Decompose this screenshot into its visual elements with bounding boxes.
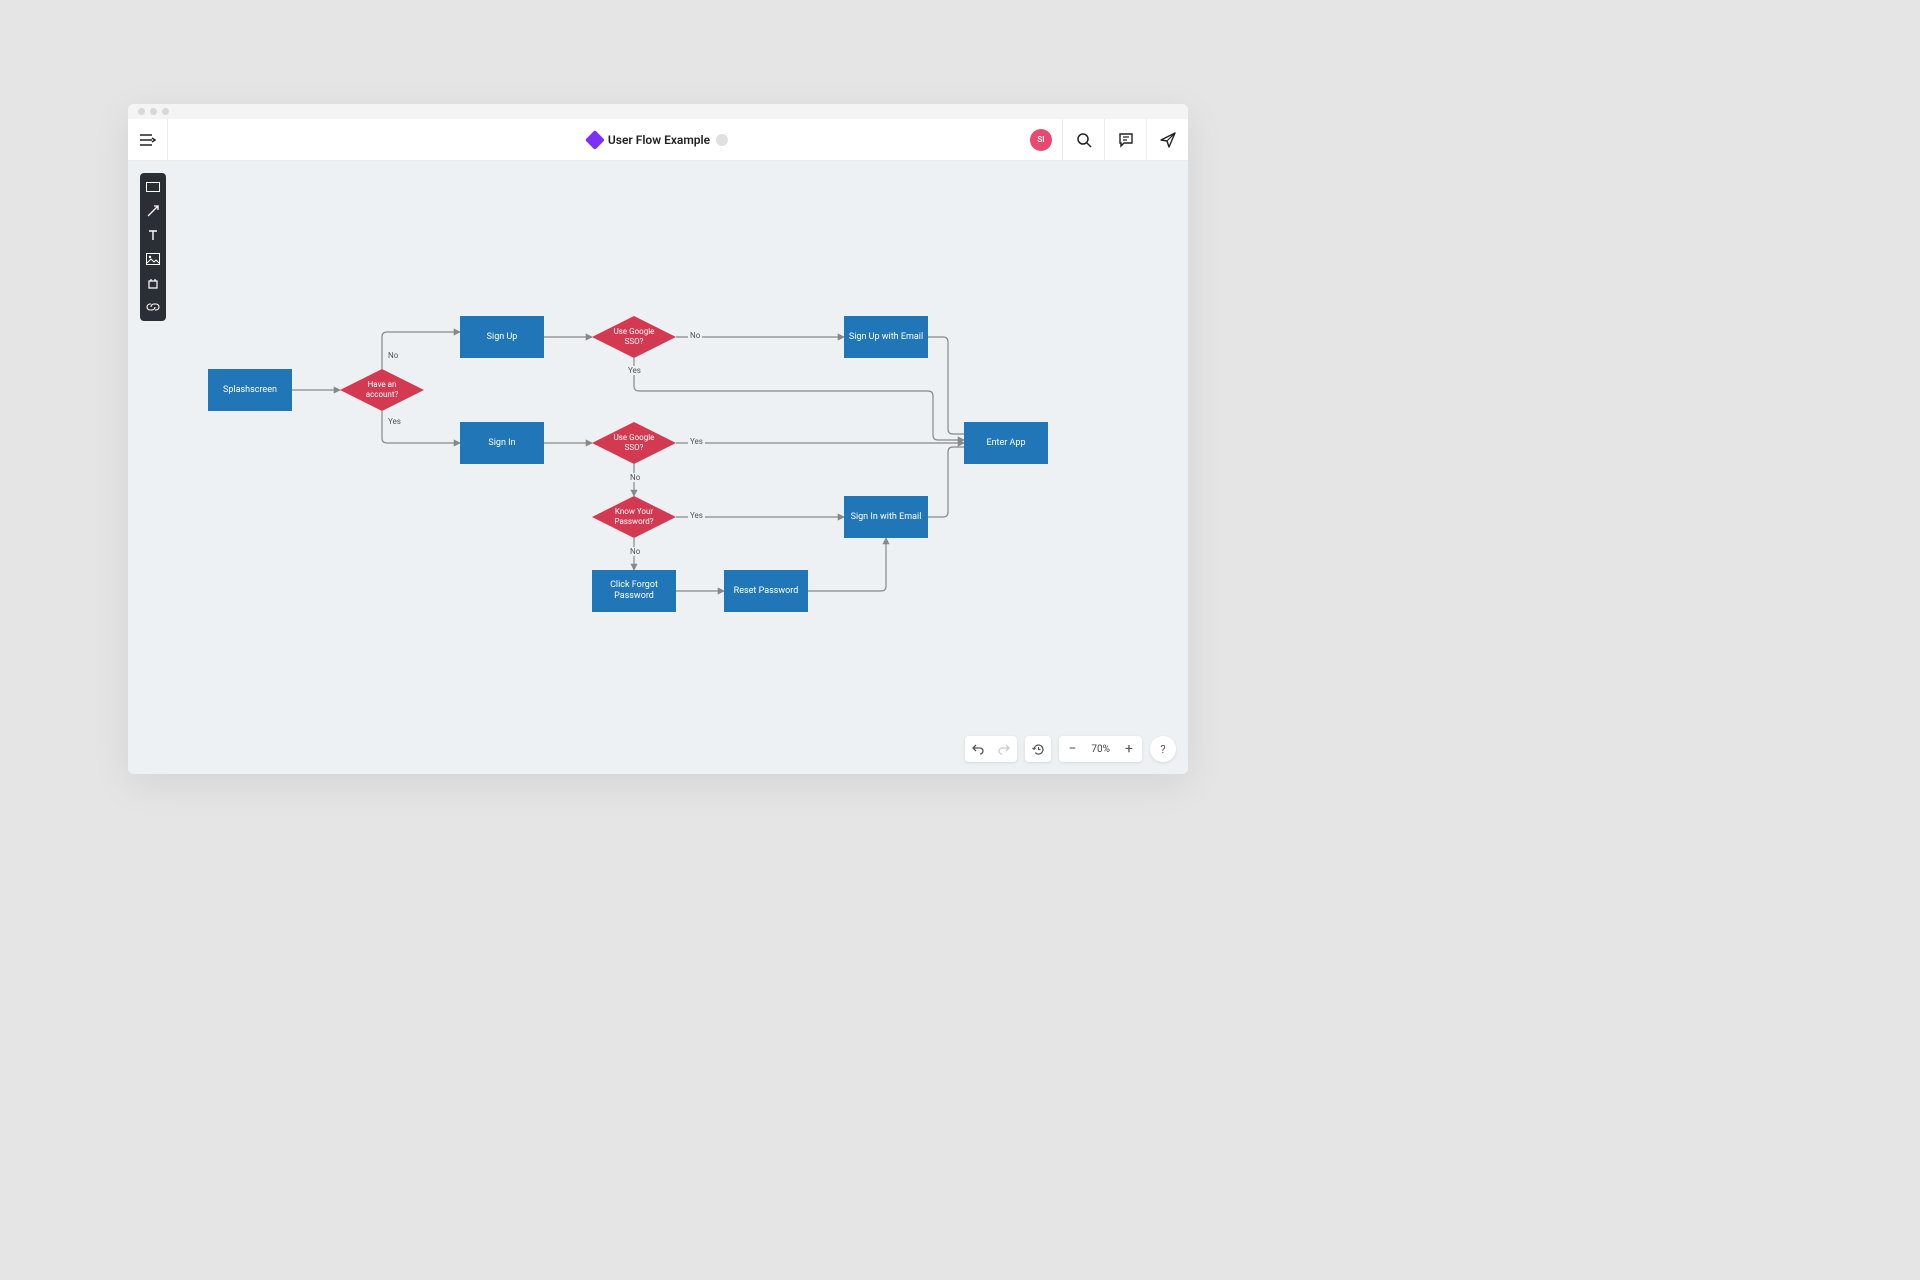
document-title-wrap: User Flow Example xyxy=(588,133,728,147)
component-icon xyxy=(146,276,160,290)
tool-palette xyxy=(140,173,166,321)
share-button[interactable] xyxy=(1146,119,1188,161)
node-splashscreen[interactable]: Splashscreen xyxy=(208,369,292,411)
node-sso-signin[interactable]: Use Google SSO? xyxy=(592,422,676,464)
document-title[interactable]: User Flow Example xyxy=(608,133,710,147)
app-logo-icon xyxy=(585,130,605,150)
edge-label-password-no: No xyxy=(628,547,642,556)
edge-label-sso-in-no: No xyxy=(628,473,642,482)
image-icon xyxy=(146,253,160,265)
node-sign-in[interactable]: Sign In xyxy=(460,422,544,464)
undo-icon xyxy=(972,743,984,755)
edge-label-account-no: No xyxy=(386,351,400,360)
node-label: Enter App xyxy=(986,438,1025,449)
tool-text[interactable] xyxy=(140,223,166,247)
node-know-password[interactable]: Know Your Password? xyxy=(592,496,676,538)
node-sso-signup[interactable]: Use Google SSO? xyxy=(592,316,676,358)
tool-image[interactable] xyxy=(140,247,166,271)
node-label: Sign In xyxy=(488,438,515,449)
tool-rectangle[interactable] xyxy=(140,175,166,199)
menu-icon xyxy=(140,134,156,146)
node-label: Reset Password xyxy=(734,586,799,597)
search-button[interactable] xyxy=(1062,119,1104,161)
edge-label-account-yes: Yes xyxy=(386,417,403,426)
bottom-controls: − 70% + ? xyxy=(965,736,1176,762)
node-label: Sign Up with Email xyxy=(849,332,923,343)
node-label: Know Your Password? xyxy=(596,507,672,526)
tool-arrow[interactable] xyxy=(140,199,166,223)
traffic-light-close[interactable] xyxy=(138,108,145,115)
text-icon xyxy=(146,228,160,242)
node-label: Splashscreen xyxy=(223,385,277,396)
history-button[interactable] xyxy=(1025,736,1051,762)
rectangle-icon xyxy=(146,182,160,192)
redo-icon xyxy=(998,743,1010,755)
undo-button[interactable] xyxy=(965,736,991,762)
edge-label-sso-up-no: No xyxy=(688,331,702,340)
node-label: Use Google SSO? xyxy=(596,327,672,346)
node-enter-app[interactable]: Enter App xyxy=(964,422,1048,464)
menu-button[interactable] xyxy=(128,119,168,161)
redo-button[interactable] xyxy=(991,736,1017,762)
topbar-right: SI xyxy=(1030,119,1188,160)
paper-plane-icon xyxy=(1160,132,1176,148)
traffic-light-maximize[interactable] xyxy=(162,108,169,115)
node-signup-email[interactable]: Sign Up with Email xyxy=(844,316,928,358)
node-signin-email[interactable]: Sign In with Email xyxy=(844,496,928,538)
comments-button[interactable] xyxy=(1104,119,1146,161)
traffic-light-minimize[interactable] xyxy=(150,108,157,115)
canvas[interactable]: Splashscreen Have an account? Sign Up Si… xyxy=(128,161,1188,774)
zoom-group: − 70% + xyxy=(1059,736,1142,762)
edge-label-sso-up-yes: Yes xyxy=(626,366,643,375)
connectors xyxy=(128,161,1188,774)
window-titlebar xyxy=(128,104,1188,119)
node-label: Click Forgot Password xyxy=(596,580,672,602)
topbar: User Flow Example SI xyxy=(128,119,1188,161)
node-reset-password[interactable]: Reset Password xyxy=(724,570,808,612)
history-group xyxy=(1025,736,1051,762)
comment-icon xyxy=(1118,132,1134,148)
edge-label-password-yes: Yes xyxy=(688,511,705,520)
app-window: User Flow Example SI xyxy=(128,104,1188,774)
arrow-icon xyxy=(146,204,160,218)
edge-label-sso-in-yes: Yes xyxy=(688,437,705,446)
link-icon xyxy=(146,300,160,314)
history-icon xyxy=(1032,743,1045,756)
search-icon xyxy=(1076,132,1092,148)
node-have-account[interactable]: Have an account? xyxy=(340,369,424,411)
zoom-in-button[interactable]: + xyxy=(1116,736,1142,762)
zoom-out-button[interactable]: − xyxy=(1059,736,1085,762)
sync-status-icon xyxy=(716,134,728,146)
undo-redo-group xyxy=(965,736,1017,762)
node-label: Sign Up xyxy=(487,332,518,343)
node-label: Use Google SSO? xyxy=(596,433,672,452)
tool-component[interactable] xyxy=(140,271,166,295)
node-forgot-password[interactable]: Click Forgot Password xyxy=(592,570,676,612)
help-button[interactable]: ? xyxy=(1150,736,1176,762)
avatar[interactable]: SI xyxy=(1030,129,1052,151)
node-label: Sign In with Email xyxy=(851,512,922,523)
node-label: Have an account? xyxy=(344,380,420,399)
tool-link[interactable] xyxy=(140,295,166,319)
node-sign-up[interactable]: Sign Up xyxy=(460,316,544,358)
zoom-level[interactable]: 70% xyxy=(1085,744,1116,755)
